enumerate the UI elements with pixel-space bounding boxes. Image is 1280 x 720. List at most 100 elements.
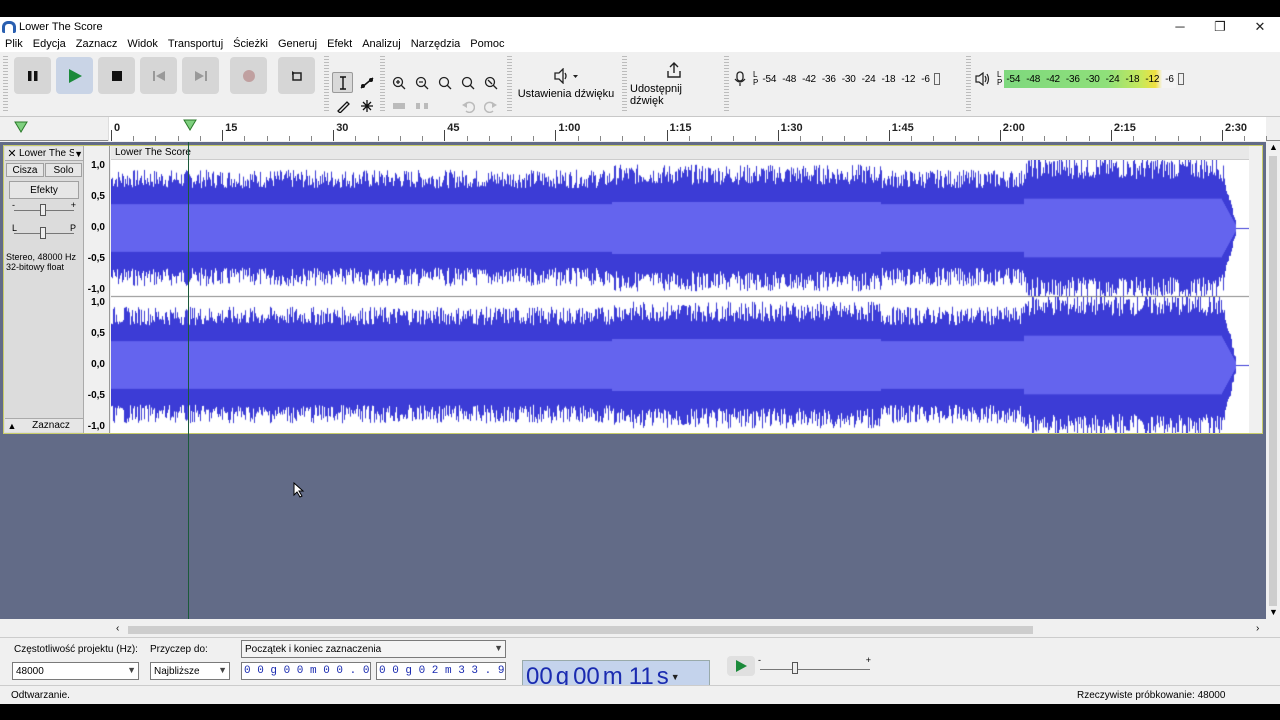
toolbar-grip[interactable] [380, 56, 385, 112]
menu-plik[interactable]: Plik [0, 38, 28, 50]
envelope-tool[interactable] [356, 72, 377, 93]
ruler-minor-tick [955, 136, 957, 141]
scroll-right-icon[interactable]: › [1256, 623, 1259, 634]
toolbar-grip[interactable] [507, 56, 512, 112]
ruler-major-tick [111, 130, 112, 141]
fit-selection-button[interactable] [434, 72, 455, 93]
close-button[interactable]: ✕ [1240, 17, 1280, 36]
menu-edycja[interactable]: Edycja [28, 38, 71, 50]
track-menu-button[interactable]: Lower The S [19, 148, 74, 159]
scroll-down-icon[interactable]: ▼ [1269, 607, 1278, 617]
ruler-label: 2:30 [1225, 122, 1248, 134]
timeline-ruler[interactable]: 0 15 30 45 1:00 1:15 1:30 1:45 2:00 2:15 2:30 [0, 117, 1280, 141]
ruler-label: 0 [114, 122, 121, 134]
pause-button[interactable] [14, 57, 51, 94]
recording-meter[interactable]: L P -54 -48 -42 -36 -30 -24 -18 -12 -6 [733, 70, 940, 88]
ruler-minor-tick [622, 136, 624, 141]
select-track-button[interactable]: Zaznacz [19, 420, 83, 431]
scroll-up-icon[interactable]: ▲ [1269, 142, 1278, 152]
redo-button[interactable] [480, 95, 501, 116]
solo-button[interactable]: Solo [45, 163, 82, 177]
loop-button[interactable] [278, 57, 315, 94]
toolbar-grip[interactable] [966, 56, 971, 112]
scroll-left-icon[interactable]: ‹ [116, 623, 119, 634]
clip-title[interactable]: Lower The Score [111, 146, 1249, 160]
selection-start-time[interactable]: 0 0 g 0 0 m 0 0 . 0 0 0 s [241, 662, 371, 680]
toolbar-grip[interactable] [3, 56, 8, 112]
skip-start-button[interactable] [140, 57, 177, 94]
toolbar-grip[interactable] [324, 56, 329, 112]
horizontal-scroll-thumb[interactable] [128, 626, 1033, 634]
ruler-major-tick [777, 130, 779, 141]
speed-slider-thumb[interactable] [792, 662, 798, 674]
snap-select[interactable]: Najbliższe ▼ [150, 662, 230, 680]
gain-slider[interactable]: - + [12, 200, 76, 217]
play-button[interactable] [56, 57, 93, 94]
ruler-minor-tick [1199, 136, 1201, 141]
horizontal-scrollbar[interactable]: ‹ › [108, 623, 1266, 637]
mute-button[interactable]: Cisza [6, 163, 44, 177]
status-text: Odtwarzanie. [11, 689, 70, 701]
menu-zaznacz[interactable]: Zaznacz [71, 38, 123, 50]
multi-tool[interactable] [356, 95, 377, 116]
gain-slider-thumb[interactable] [40, 204, 46, 216]
close-track-icon[interactable]: ✕ [5, 147, 19, 160]
waveform-canvas[interactable] [111, 160, 1249, 433]
skip-end-button[interactable] [182, 57, 219, 94]
meter-slider-handle[interactable] [1177, 73, 1184, 85]
vertical-scroll-thumb[interactable] [1269, 156, 1277, 606]
silence-button[interactable] [411, 95, 432, 116]
playback-meter[interactable]: L P -54 -48 -42 -36 -30 -24 -18 -12 -6 [975, 70, 1184, 88]
minimize-button[interactable]: ─ [1160, 17, 1200, 36]
zoom-toggle-button[interactable] [480, 72, 501, 93]
selection-mode-select[interactable]: Początek i koniec zaznaczenia ▼ [241, 640, 506, 658]
stop-button[interactable] [98, 57, 135, 94]
selection-tool[interactable] [332, 72, 353, 93]
pan-slider-thumb[interactable] [40, 227, 46, 239]
snap-label: Przyczep do: [150, 644, 208, 655]
share-audio-button[interactable]: Udostępnij dźwięk [630, 56, 718, 112]
audio-setup-button[interactable]: Ustawienia dźwięku [516, 56, 616, 112]
ruler-bar[interactable]: 0 15 30 45 1:00 1:15 1:30 1:45 2:00 2:15 2:30 [108, 117, 1268, 141]
zoom-out-button[interactable] [411, 72, 432, 93]
track-area[interactable]: ✕ Lower The S ▼ Cisza Solo Efekty - + L … [0, 142, 1266, 619]
ruler-minor-tick [1066, 136, 1068, 141]
meter-slider-handle[interactable] [933, 73, 940, 85]
chevron-down-icon[interactable]: ▼ [671, 672, 680, 682]
play-head-marker-icon[interactable] [14, 121, 28, 133]
playback-speed-slider[interactable]: - + [758, 655, 873, 674]
vertical-scrollbar[interactable]: ▲ ▼ [1266, 142, 1280, 619]
menu-efekt[interactable]: Efekt [322, 38, 357, 50]
meter-tick: -6 [921, 73, 930, 85]
menu-widok[interactable]: Widok [122, 38, 163, 50]
audio-track[interactable]: ✕ Lower The S ▼ Cisza Solo Efekty - + L … [3, 145, 1263, 434]
project-rate-select[interactable]: 48000 ▼ [12, 662, 139, 680]
playhead-icon[interactable] [183, 119, 197, 131]
pan-slider[interactable]: L P [12, 223, 76, 240]
toolbar-grip[interactable] [622, 56, 627, 112]
selection-end-time[interactable]: 0 0 g 0 2 m 3 3 . 9 8 4 s [376, 662, 506, 680]
maximize-button[interactable]: ❐ [1200, 17, 1240, 36]
ruler-minor-tick [1133, 136, 1135, 141]
zoom-in-button[interactable] [388, 72, 409, 93]
asterisk-icon [360, 99, 373, 112]
chevron-down-icon[interactable]: ▼ [74, 149, 83, 159]
trim-button[interactable] [388, 95, 409, 116]
waveform-view[interactable]: Lower The Score [111, 146, 1249, 433]
menu-analizuj[interactable]: Analizuj [357, 38, 406, 50]
menu-transportuj[interactable]: Transportuj [163, 38, 228, 50]
collapse-icon[interactable]: ▲ [5, 421, 19, 431]
undo-button[interactable] [457, 95, 478, 116]
toolbar-grip[interactable] [724, 56, 729, 112]
audacity-window: Lower The Score ─ ❐ ✕ Plik Edycja Zaznac… [0, 17, 1280, 704]
playback-meter-scale: -54 -48 -42 -36 -30 -24 -18 -12 -6 [1004, 70, 1176, 88]
menu-narzedzia[interactable]: Narzędzia [406, 38, 466, 50]
menu-pomoc[interactable]: Pomoc [465, 38, 509, 50]
effects-button[interactable]: Efekty [9, 181, 79, 199]
menu-generuj[interactable]: Generuj [273, 38, 322, 50]
draw-tool[interactable] [332, 95, 353, 116]
play-at-speed-button[interactable] [727, 656, 755, 676]
record-button[interactable] [230, 57, 267, 94]
fit-project-button[interactable] [457, 72, 478, 93]
menu-sciezki[interactable]: Ścieżki [228, 38, 273, 50]
